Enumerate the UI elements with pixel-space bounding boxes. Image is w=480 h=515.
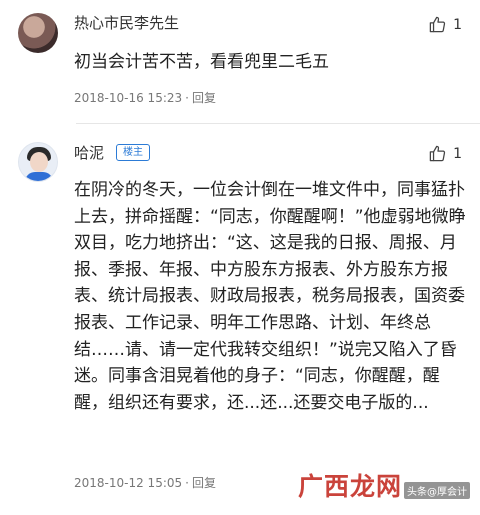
like-count: 1 bbox=[453, 145, 462, 162]
comment-meta: 2018-10-12 15:05 · 回复 bbox=[74, 474, 216, 491]
watermark: 广西龙网 头条@厚会计 bbox=[298, 467, 470, 503]
reply-link[interactable]: 回复 bbox=[192, 91, 216, 105]
avatar[interactable] bbox=[18, 13, 58, 53]
comment-date: 2018-10-12 15:05 bbox=[74, 476, 183, 490]
comment-username[interactable]: 哈泥 bbox=[74, 142, 104, 163]
thumbs-up-icon bbox=[429, 145, 446, 162]
comment-divider bbox=[76, 123, 480, 124]
thumbs-up-icon bbox=[429, 16, 446, 33]
meta-separator: · bbox=[185, 91, 189, 105]
author-badge: 楼主 bbox=[116, 144, 150, 161]
watermark-source: 头条@厚会计 bbox=[404, 482, 470, 499]
avatar[interactable] bbox=[18, 142, 58, 182]
like-count: 1 bbox=[453, 16, 462, 33]
comment-meta: 2018-10-16 15:23 · 回复 bbox=[74, 89, 216, 106]
comment-text: 初当会计苦不苦，看看兜里二毛五 bbox=[74, 52, 329, 72]
comment-date: 2018-10-16 15:23 bbox=[74, 91, 183, 105]
like-button[interactable]: 1 bbox=[428, 15, 462, 34]
like-button[interactable]: 1 bbox=[428, 144, 462, 163]
comment-username[interactable]: 热心市民李先生 bbox=[74, 12, 179, 33]
comment-text: 在阴冷的冬天，一位会计倒在一堆文件中，同事猛扑上去，拼命摇醒：“同志，你醒醒啊！… bbox=[74, 180, 466, 413]
reply-link[interactable]: 回复 bbox=[192, 476, 216, 490]
comment-item: 热心市民李先生 1 初当会计苦不苦，看看兜里二毛五 2018-10-16 15:… bbox=[0, 0, 480, 120]
comment-item: 哈泥 楼主 1 在阴冷的冬天，一位会计倒在一堆文件中，同事猛扑上去，拼命摇醒：“… bbox=[0, 128, 480, 515]
meta-separator: · bbox=[185, 476, 189, 490]
watermark-logo-text: 广西龙网 bbox=[297, 472, 402, 501]
